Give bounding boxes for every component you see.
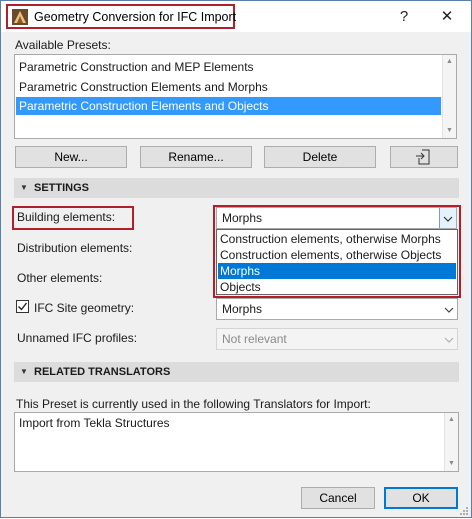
title-highlight-frame: Geometry Conversion for IFC Import (6, 4, 237, 29)
distribution-elements-label: Distribution elements: (17, 241, 133, 255)
ifc-site-geometry-checkbox[interactable] (16, 300, 29, 313)
building-elements-dropdown[interactable]: Construction elements, otherwise Morphs … (216, 229, 458, 295)
cancel-button[interactable]: Cancel (301, 487, 375, 509)
new-preset-button[interactable]: New... (15, 146, 127, 168)
delete-preset-button[interactable]: Delete (264, 146, 376, 168)
scroll-down-icon[interactable]: ▼ (443, 124, 456, 138)
ifc-site-geometry-select[interactable]: Morphs (216, 298, 458, 320)
dropdown-option-selected[interactable]: Morphs (218, 263, 456, 279)
settings-header-label: SETTINGS (34, 182, 90, 194)
export-icon (416, 149, 430, 165)
rename-preset-button[interactable]: Rename... (140, 146, 252, 168)
chevron-down-icon[interactable] (439, 208, 456, 228)
preset-item[interactable]: Parametric Construction Elements and Mor… (16, 78, 441, 96)
unnamed-profiles-label: Unnamed IFC profiles: (17, 331, 138, 345)
preset-item[interactable]: Parametric Construction and MEP Elements (16, 58, 441, 76)
export-preset-button[interactable] (390, 146, 458, 168)
available-presets-label: Available Presets: (15, 38, 111, 52)
scroll-up-icon[interactable]: ▲ (443, 55, 456, 69)
ifc-site-geometry-label: IFC Site geometry: (34, 301, 135, 315)
checkmark-icon (18, 302, 28, 311)
help-button[interactable]: ? (394, 7, 414, 27)
settings-section-header[interactable]: ▼ SETTINGS (14, 178, 459, 198)
translators-list[interactable]: Import from Tekla Structures ▲ ▼ (14, 412, 459, 472)
presets-list[interactable]: Parametric Construction and MEP Elements… (14, 54, 457, 139)
ok-button[interactable]: OK (384, 487, 458, 509)
title-bar: Geometry Conversion for IFC Import ? ✕ (1, 1, 471, 32)
presets-scrollbar[interactable]: ▲ ▼ (442, 55, 456, 138)
building-elements-select[interactable]: Morphs (216, 207, 457, 229)
ifc-site-geometry-value: Morphs (222, 302, 263, 316)
close-button[interactable]: ✕ (437, 7, 457, 27)
chevron-down-icon (440, 329, 457, 349)
scroll-up-icon[interactable]: ▲ (445, 413, 458, 427)
collapse-triangle-icon: ▼ (20, 367, 28, 376)
dropdown-option[interactable]: Construction elements, otherwise Morphs (218, 231, 456, 247)
dropdown-option[interactable]: Construction elements, otherwise Objects (218, 247, 456, 263)
translator-item: Import from Tekla Structures (19, 416, 170, 430)
related-translators-header-label: RELATED TRANSLATORS (34, 366, 171, 378)
unnamed-profiles-value: Not relevant (222, 332, 287, 346)
chevron-down-icon[interactable] (440, 299, 457, 319)
unnamed-profiles-select: Not relevant (216, 328, 458, 350)
other-elements-label: Other elements: (17, 271, 103, 285)
preset-item-selected[interactable]: Parametric Construction Elements and Obj… (16, 97, 441, 115)
app-icon (12, 8, 28, 25)
resize-grip-icon[interactable] (459, 505, 469, 515)
window-title: Geometry Conversion for IFC Import (34, 9, 237, 24)
collapse-triangle-icon: ▼ (20, 183, 28, 192)
related-translators-section-header[interactable]: ▼ RELATED TRANSLATORS (14, 362, 459, 382)
dialog-window: Geometry Conversion for IFC Import ? ✕ A… (0, 0, 472, 518)
dropdown-option[interactable]: Objects (218, 279, 456, 295)
translators-scrollbar[interactable]: ▲ ▼ (444, 413, 458, 471)
translators-description: This Preset is currently used in the fol… (16, 397, 371, 411)
building-elements-value: Morphs (222, 211, 263, 225)
scroll-down-icon[interactable]: ▼ (445, 457, 458, 471)
building-elements-label: Building elements: (17, 210, 116, 224)
